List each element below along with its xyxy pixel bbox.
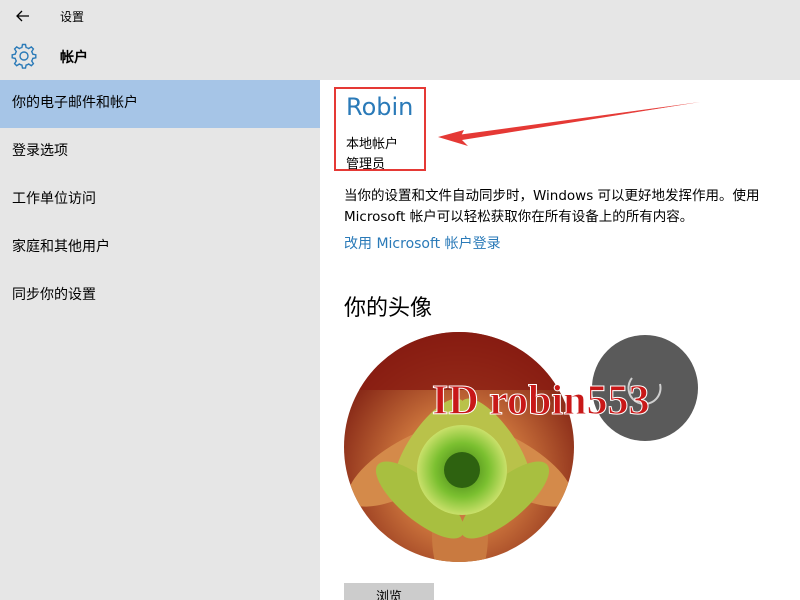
- title-bar: 设置: [0, 0, 800, 32]
- account-role: 管理员: [346, 157, 386, 172]
- browse-button[interactable]: 浏览: [344, 583, 434, 600]
- sidebar-item-sign-in-options[interactable]: 登录选项: [0, 128, 320, 176]
- gear-icon: [10, 42, 38, 70]
- microsoft-account-link[interactable]: 改用 Microsoft 帐户登录: [344, 233, 501, 253]
- app-title: 设置: [60, 10, 85, 24]
- sidebar-nav: 你的电子邮件和帐户 登录选项 工作单位访问 家庭和其他用户 同步你的设置: [0, 80, 320, 320]
- sidebar-item-work-access[interactable]: 工作单位访问: [0, 176, 320, 224]
- back-button[interactable]: [8, 4, 38, 28]
- account-type: 本地帐户: [346, 137, 399, 152]
- settings-window: 设置 帐户 你的电子邮件和帐户 登录选项 工作单位访问 家庭和其他用户 同步你的…: [0, 0, 800, 600]
- sidebar-item-sync-settings[interactable]: 同步你的设置: [0, 272, 320, 320]
- sidebar-item-email-accounts[interactable]: 你的电子邮件和帐户: [0, 80, 320, 128]
- avatar-watermark: ID robin553: [432, 378, 649, 424]
- avatar-heading: 你的头像: [344, 296, 433, 321]
- user-name: Robin: [346, 93, 414, 121]
- user-avatar: [344, 332, 574, 562]
- main-content: Robin 本地帐户 管理员 当你的设置和文件自动同步时，Windows 可以更…: [320, 80, 800, 600]
- sync-description: 当你的设置和文件自动同步时，Windows 可以更好地发挥作用。使用 Micro…: [344, 188, 760, 225]
- section-header: 帐户: [0, 32, 800, 80]
- avatar-area: ID robin553: [344, 332, 698, 562]
- account-info-highlight: Robin 本地帐户 管理员: [334, 87, 426, 172]
- back-arrow-icon: [16, 10, 29, 22]
- page-title: 帐户: [60, 50, 88, 66]
- sidebar-item-family-users[interactable]: 家庭和其他用户: [0, 224, 320, 272]
